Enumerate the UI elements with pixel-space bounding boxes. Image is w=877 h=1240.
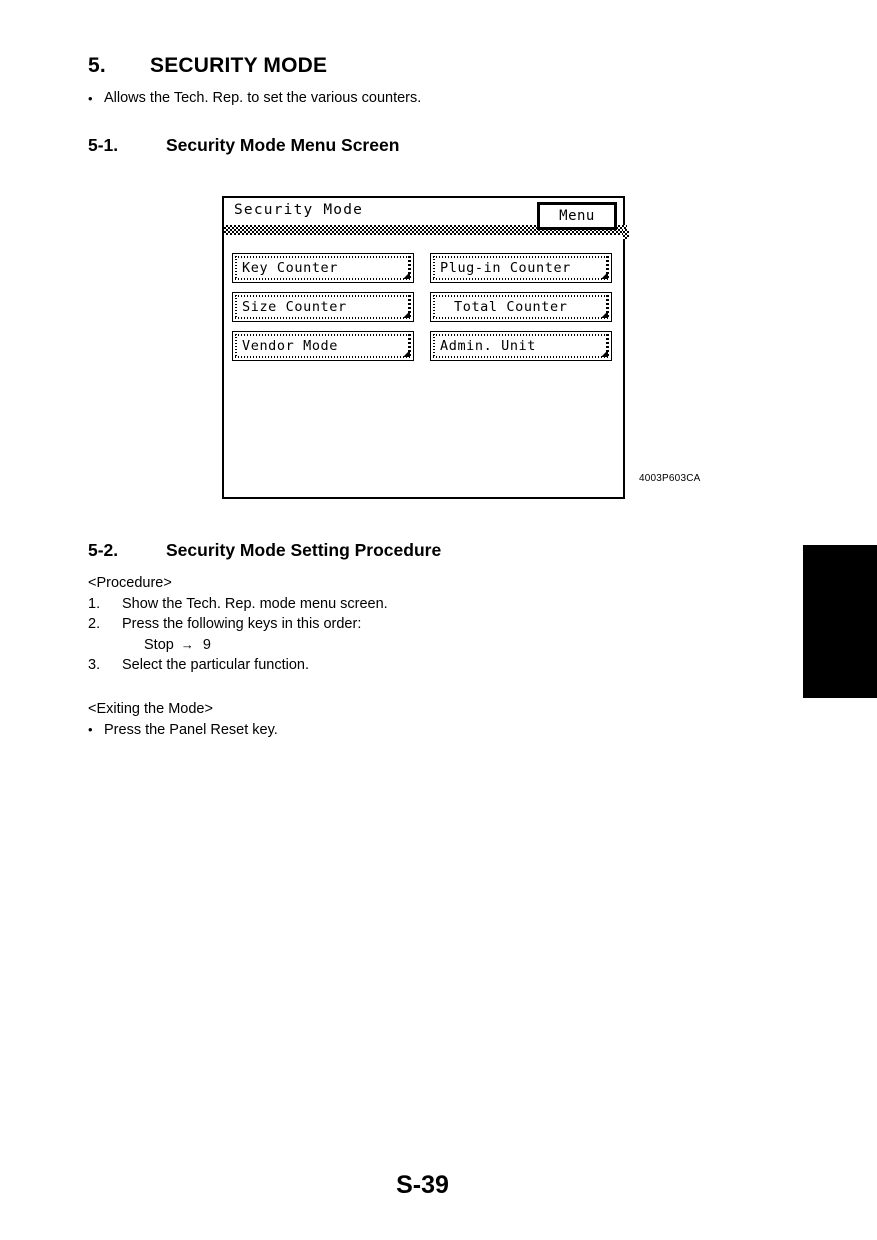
lcd-button-label: Total Counter [454,299,568,315]
button-left-dot-edge [433,334,435,358]
lcd-button-label: Plug-in Counter [440,260,571,276]
procedure-step-1: 1. Show the Tech. Rep. mode menu screen. [88,594,388,615]
lcd-button-size-counter[interactable]: Size Counter [232,292,414,322]
lcd-button-total-counter[interactable]: Total Counter [430,292,612,322]
button-corner-marker-icon [403,311,410,318]
lcd-button-key-counter[interactable]: Key Counter [232,253,414,283]
lcd-menu-button-label: Menu [559,208,595,224]
section-title: SECURITY MODE [150,54,328,77]
chapter-thumb-tab [803,545,877,698]
intro-bullet: • Allows the Tech. Rep. to set the vario… [88,89,421,108]
lcd-screen-title: Security Mode [234,202,364,218]
lcd-frame-shadow [623,229,629,239]
step-number: 3. [88,657,101,674]
lcd-button-vendor-mode[interactable]: Vendor Mode [232,331,414,361]
step-number: 2. [88,616,101,633]
bullet-icon: • [88,91,93,106]
step-text: Select the particular function. [122,657,309,674]
key-sequence: Stop → 9 [88,635,388,656]
figure-caption-code: 4003P603CA [639,473,701,484]
subsection-number-5-1: 5-1. [88,135,119,155]
section-number: 5. [88,54,106,77]
exiting-bullet: • Press the Panel Reset key. [88,720,278,741]
exiting-text: Press the Panel Reset key. [104,721,278,738]
subsection-heading-5-2: 5-2. Security Mode Setting Procedure [88,540,441,561]
lcd-menu-button[interactable]: Menu [537,202,617,230]
procedure-step-2: 2. Press the following keys in this orde… [88,614,388,635]
subsection-title-5-1: Security Mode Menu Screen [166,135,400,155]
button-corner-marker-icon [403,350,410,357]
lcd-button-row: Key Counter Plug-in Counter [232,253,617,283]
procedure-heading: <Procedure> [88,575,172,591]
exiting-heading: <Exiting the Mode> [88,701,213,717]
procedure-step-3: 3. Select the particular function. [88,655,388,676]
button-left-dot-edge [235,295,237,319]
button-corner-marker-icon [403,272,410,279]
button-left-dot-edge [235,334,237,358]
page-number: S-39 [396,1171,449,1199]
lcd-title-bar: Security Mode Menu [224,198,623,230]
button-left-dot-edge [433,295,435,319]
lcd-button-plug-in-counter[interactable]: Plug-in Counter [430,253,612,283]
button-corner-marker-icon [601,272,608,279]
button-left-dot-edge [433,256,435,280]
lcd-button-label: Vendor Mode [242,338,339,354]
arrow-right-icon: → [180,636,194,652]
key-sequence-second: 9 [202,636,211,653]
subsection-heading-5-1: 5-1. Security Mode Menu Screen [88,135,399,156]
button-left-dot-edge [235,256,237,280]
button-corner-marker-icon [601,350,608,357]
step-text: Show the Tech. Rep. mode menu screen. [122,595,388,612]
lcd-body: Key Counter Plug-in Counter Size Counter… [224,235,623,497]
lcd-button-label: Size Counter [242,299,347,315]
section-heading: 5. SECURITY MODE [88,54,327,78]
subsection-number-5-2: 5-2. [88,540,119,560]
document-page: 5. SECURITY MODE • Allows the Tech. Rep.… [0,0,877,1240]
lcd-panel-figure: Security Mode Menu Key Counter Plug-in C… [222,196,629,499]
exiting-block: <Exiting the Mode> • Press the Panel Res… [88,699,278,740]
subsection-title-5-2: Security Mode Setting Procedure [166,540,442,560]
key-sequence-first: Stop [144,636,174,653]
lcd-button-grid: Key Counter Plug-in Counter Size Counter… [232,253,617,370]
intro-bullet-text: Allows the Tech. Rep. to set the various… [104,90,422,106]
lcd-button-label: Key Counter [242,260,339,276]
lcd-button-admin-unit[interactable]: Admin. Unit [430,331,612,361]
bullet-icon: • [88,721,93,737]
procedure-block: <Procedure> 1. Show the Tech. Rep. mode … [88,573,388,676]
lcd-button-row: Size Counter Total Counter [232,292,617,322]
step-text: Press the following keys in this order: [122,616,362,633]
lcd-button-row: Vendor Mode Admin. Unit [232,331,617,361]
button-corner-marker-icon [601,311,608,318]
step-number: 1. [88,595,101,612]
lcd-button-label: Admin. Unit [440,338,537,354]
